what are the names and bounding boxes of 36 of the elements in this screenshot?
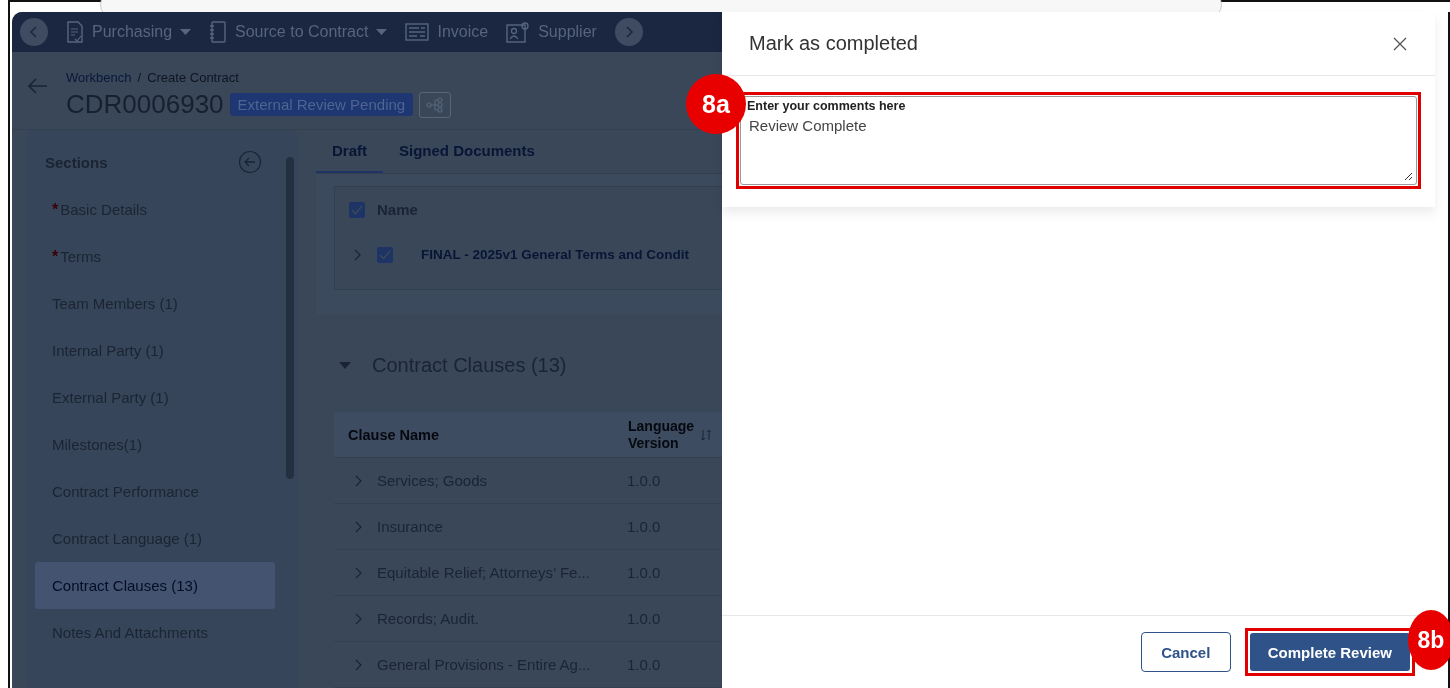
close-icon[interactable] xyxy=(1393,36,1407,51)
person-gear-icon xyxy=(506,21,531,43)
resize-grip-icon[interactable] xyxy=(1403,171,1413,181)
breadcrumb-current: Create Contract xyxy=(147,70,239,85)
chevron-right-icon[interactable] xyxy=(354,474,362,487)
scroll-right-button[interactable] xyxy=(614,18,643,46)
hierarchy-button[interactable] xyxy=(419,91,452,118)
comments-field[interactable]: Enter your comments here Review Complete xyxy=(740,96,1417,185)
notebook-icon xyxy=(209,21,228,43)
chevron-left-icon xyxy=(28,26,40,38)
chevron-right-icon[interactable] xyxy=(354,520,362,533)
breadcrumb-separator: / xyxy=(137,70,142,85)
nav-menu-item[interactable]: Source to Contract xyxy=(209,21,388,43)
nav-menu-item[interactable]: Invoice xyxy=(405,22,489,42)
chevron-right-icon[interactable] xyxy=(354,658,362,671)
document-icon xyxy=(66,21,84,43)
checkbox[interactable] xyxy=(349,201,365,218)
sort-icon[interactable] xyxy=(700,428,712,441)
nav-menu-item[interactable]: Purchasing xyxy=(66,21,192,43)
checkbox[interactable] xyxy=(377,246,393,263)
field-label: Enter your comments here xyxy=(747,99,907,113)
dialog-title: Mark as completed xyxy=(749,32,918,55)
cancel-button[interactable]: Cancel xyxy=(1140,632,1231,672)
back-arrow-icon[interactable] xyxy=(28,78,48,94)
column-header: Clause Name xyxy=(348,426,441,443)
complete-review-button[interactable]: Complete Review xyxy=(1249,633,1410,671)
scroll-left-button[interactable] xyxy=(20,18,48,46)
section-item[interactable]: Contract Clauses (13) xyxy=(35,562,275,609)
chevron-right-icon[interactable] xyxy=(354,612,362,625)
column-header: Language Version xyxy=(628,417,696,452)
chevron-right-icon[interactable] xyxy=(353,248,361,261)
collapse-icon[interactable] xyxy=(238,150,262,174)
hierarchy-icon xyxy=(426,96,445,113)
chevron-right-icon[interactable] xyxy=(354,566,362,579)
receipt-icon xyxy=(405,22,430,42)
nav-menu-item[interactable]: Supplier xyxy=(506,21,597,43)
